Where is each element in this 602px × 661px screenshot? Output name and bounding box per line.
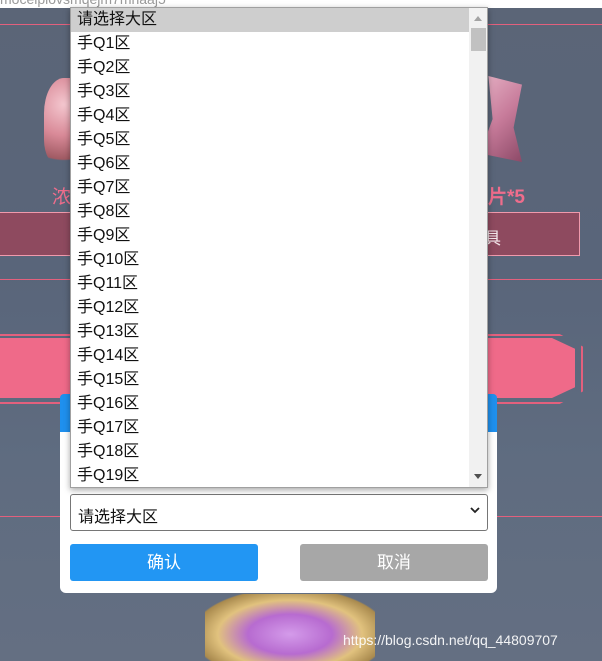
dropdown-option[interactable]: 手Q13区: [71, 320, 469, 344]
region-dropdown-list[interactable]: 请选择大区 手Q1区 手Q2区 手Q3区 手Q4区 手Q5区 手Q6区 手Q7区 手Q8区 手Q9…: [70, 7, 488, 488]
dropdown-option[interactable]: 手Q18区: [71, 440, 469, 464]
dropdown-option[interactable]: 手Q8区: [71, 200, 469, 224]
scroll-down-icon[interactable]: [474, 474, 482, 479]
region-select[interactable]: 请选择大区: [70, 494, 488, 531]
prize-label-right: 片*5: [488, 187, 525, 208]
dropdown-option[interactable]: 手Q17区: [71, 416, 469, 440]
prize-label-left: 浓: [52, 187, 72, 208]
scroll-thumb[interactable]: [471, 28, 486, 51]
dropdown-option[interactable]: 手Q16区: [71, 392, 469, 416]
dropdown-option[interactable]: 手Q5区: [71, 128, 469, 152]
cancel-button[interactable]: 取消: [300, 544, 488, 581]
chevron-down-icon: [470, 507, 480, 514]
dropdown-option[interactable]: 手Q4区: [71, 104, 469, 128]
dropdown-option[interactable]: 手Q10区: [71, 248, 469, 272]
dropdown-option[interactable]: 手Q6区: [71, 152, 469, 176]
dropdown-option[interactable]: 手Q12区: [71, 296, 469, 320]
dropdown-option[interactable]: 手Q19区: [71, 464, 469, 487]
dropdown-option[interactable]: 手Q3区: [71, 80, 469, 104]
dropdown-option[interactable]: 手Q15区: [71, 368, 469, 392]
dropdown-option[interactable]: 手Q2区: [71, 56, 469, 80]
dropdown-scrollbar[interactable]: [469, 8, 487, 487]
dropdown-option[interactable]: 手Q14区: [71, 344, 469, 368]
dropdown-option[interactable]: 手Q7区: [71, 176, 469, 200]
watermark: https://blog.csdn.net/qq_44809707: [343, 632, 558, 648]
crown-image: [205, 594, 375, 661]
dropdown-option[interactable]: 请选择大区: [71, 8, 469, 32]
region-select-value: 请选择大区: [78, 509, 159, 526]
url-text: mocelplovsmqejm7mnaaj5: [0, 0, 166, 7]
confirm-button[interactable]: 确认: [70, 544, 258, 581]
scroll-up-icon[interactable]: [474, 16, 482, 21]
dropdown-option[interactable]: 手Q1区: [71, 32, 469, 56]
dropdown-option[interactable]: 手Q9区: [71, 224, 469, 248]
dropdown-option[interactable]: 手Q11区: [71, 272, 469, 296]
